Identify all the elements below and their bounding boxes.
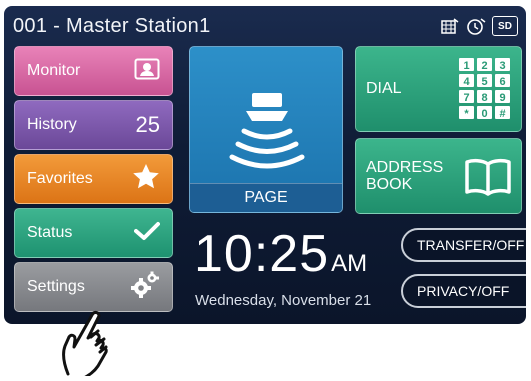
favorites-button[interactable]: Favorites [14, 154, 173, 204]
timer-icon [466, 17, 486, 35]
status-icons: SD [440, 16, 518, 36]
status-button[interactable]: Status [14, 208, 173, 258]
clock: 10:25AM [194, 224, 367, 284]
gear-icon [130, 271, 160, 304]
privacy-label: PRIVACY/OFF [417, 283, 510, 299]
transfer-label: TRANSFER/OFF [417, 237, 525, 253]
keypad-icon: 1 2 3 4 5 6 7 8 9 * 0 # [459, 58, 511, 125]
page-label: PAGE [190, 183, 342, 212]
history-label: History [27, 116, 77, 133]
settings-label: Settings [27, 278, 85, 295]
page-button[interactable]: PAGE [189, 46, 343, 213]
pointing-hand-icon [58, 300, 124, 381]
favorites-label: Favorites [27, 170, 93, 187]
keypad-key-label: 2 [481, 60, 487, 72]
history-button[interactable]: History 25 [14, 100, 173, 150]
dial-button[interactable]: DIAL 1 2 3 4 5 6 7 8 9 * 0 # [355, 46, 522, 132]
keypad-key-label: 7 [463, 92, 469, 104]
speaker-icon [228, 89, 306, 174]
station-title: 001 - Master Station1 [13, 15, 211, 37]
sd-card-icon: SD [492, 16, 518, 36]
monitor-label: Monitor [27, 62, 81, 79]
monitor-button[interactable]: Monitor [14, 46, 173, 96]
calendar-icon [440, 17, 460, 35]
keypad-key-label: 6 [499, 76, 505, 88]
clock-time: 10:25 [194, 225, 330, 283]
clock-ampm: AM [331, 250, 368, 277]
keypad-key-label: 4 [463, 76, 470, 88]
history-count: 25 [135, 112, 160, 137]
check-icon [134, 221, 160, 246]
keypad-key-label: 3 [499, 60, 505, 72]
address-book-label: ADDRESS BOOK [366, 159, 444, 193]
keypad-key-label: 5 [481, 76, 487, 88]
keypad-key-label: # [499, 108, 505, 120]
status-label: Status [27, 224, 73, 241]
keypad-key-label: 1 [463, 60, 469, 72]
keypad-key-label: 8 [481, 92, 487, 104]
clock-date: Wednesday, November 21 [195, 292, 372, 309]
star-icon [132, 163, 160, 195]
touch-screen: 001 - Master Station1 SD Monitor History… [4, 6, 526, 324]
address-book-button[interactable]: ADDRESS BOOK [355, 138, 522, 214]
keypad-key-label: * [464, 108, 469, 120]
book-icon [465, 157, 511, 201]
keypad-key-label: 0 [481, 108, 487, 120]
dial-label: DIAL [366, 80, 402, 97]
transfer-toggle[interactable]: TRANSFER/OFF [401, 228, 526, 262]
keypad-key-label: 9 [499, 92, 505, 104]
privacy-toggle[interactable]: PRIVACY/OFF [401, 274, 526, 308]
monitor-icon [134, 58, 160, 85]
